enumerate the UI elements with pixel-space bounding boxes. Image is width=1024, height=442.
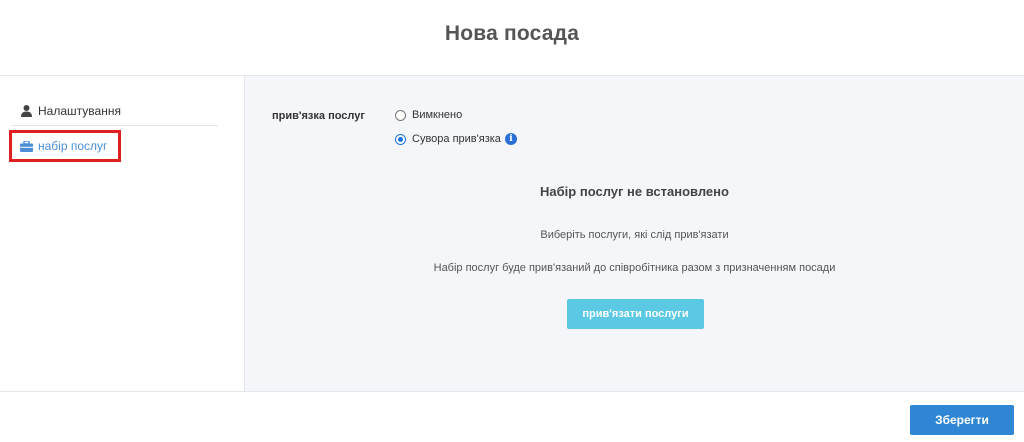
save-button[interactable]: Зберегти bbox=[910, 405, 1014, 435]
radio-option-strict[interactable]: Сувора прив'язка i bbox=[395, 133, 517, 145]
binding-field-label: прив'язка послуг bbox=[272, 110, 365, 122]
empty-state-description: Набір послуг буде прив'язаний до співроб… bbox=[433, 262, 836, 274]
info-icon[interactable]: i bbox=[504, 133, 517, 145]
radio-label: Сувора прив'язка bbox=[412, 133, 501, 145]
bind-services-button[interactable]: прив'язати послуги bbox=[567, 299, 704, 329]
radio-option-disabled[interactable]: Вимкнено bbox=[395, 109, 462, 121]
page-header: Нова посада bbox=[0, 0, 1024, 76]
radio-button[interactable] bbox=[395, 109, 406, 121]
sidebar: Налаштування набір послуг bbox=[0, 76, 245, 391]
empty-state-title: Набір послуг не встановлено bbox=[540, 184, 729, 199]
sidebar-item-settings[interactable]: Налаштування bbox=[12, 96, 218, 126]
highlight-annotation bbox=[9, 130, 121, 162]
empty-state-text: Виберіть послуги, які слід прив'язати bbox=[540, 229, 729, 241]
footer: Зберегти bbox=[0, 391, 1024, 442]
radio-label: Вимкнено bbox=[412, 109, 463, 121]
radio-button[interactable] bbox=[395, 133, 406, 145]
user-icon bbox=[19, 104, 33, 118]
sidebar-item-label: Налаштування bbox=[38, 103, 121, 118]
main-content: прив'язка послуг Вимкнено Сувора прив'яз… bbox=[245, 76, 1024, 391]
page-title: Нова посада bbox=[444, 22, 580, 45]
